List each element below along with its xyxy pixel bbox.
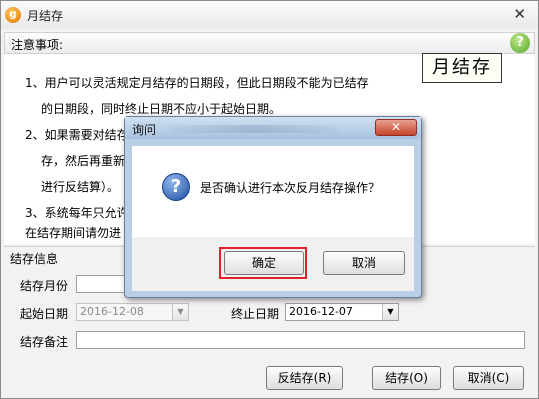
start-date-label: 起始日期 <box>20 307 69 321</box>
start-date-value: 2016-12-08 <box>80 305 144 318</box>
note-line: 1、用户可以灵活规定月结存的日期段，但此日期段不能为已结存 <box>25 76 369 90</box>
dialog-titlebar[interactable]: 询问 ✕ <box>125 117 421 139</box>
month-end-stamp-image: 月结存 <box>422 53 502 83</box>
end-date-value: 2016-12-07 <box>289 305 353 318</box>
notes-header-label: 注意事项: <box>11 38 64 52</box>
ok-button[interactable]: 确定 <box>224 251 304 275</box>
help-icon[interactable]: ? <box>510 33 530 53</box>
dialog-body: ? 是否确认进行本次反月结存操作？ <box>132 146 414 237</box>
note-line: 在结存期间请勿进 <box>25 226 122 240</box>
close-icon[interactable]: ✕ <box>375 119 417 136</box>
confirm-dialog: 询问 ✕ ? 是否确认进行本次反月结存操作？ 确定 取消 <box>124 116 422 298</box>
end-date-label: 终止日期 <box>231 307 280 321</box>
close-icon[interactable]: ✕ <box>513 5 526 23</box>
close-month-button[interactable]: 结存(O) <box>372 366 441 390</box>
note-line: 3、系统每年只允许 <box>25 206 129 220</box>
dialog-message: 是否确认进行本次反月结存操作？ <box>200 181 381 195</box>
section-title: 结存信息 <box>10 252 59 266</box>
note-line: 存，然后再重新 <box>41 154 126 168</box>
reverse-close-button[interactable]: 反结存(R) <box>266 366 343 390</box>
window-title: 月结存 <box>27 9 64 23</box>
note-line: 的日期段，同时终止日期不应小于起始日期。 <box>41 102 282 116</box>
note-line: 2、如果需要对结存 <box>25 128 129 142</box>
notes-header: 注意事项: ? <box>4 32 535 54</box>
end-date-picker[interactable]: 2016-12-07 ▼ <box>285 303 399 321</box>
start-date-picker[interactable]: 2016-12-08 ▼ <box>76 303 189 321</box>
remark-label: 结存备注 <box>20 335 69 349</box>
question-icon: ? <box>162 173 190 201</box>
app-logo-icon: g <box>5 7 21 23</box>
window-titlebar[interactable]: g 月结存 ✕ <box>1 1 538 29</box>
remark-field[interactable] <box>76 331 525 349</box>
dialog-title: 询问 <box>132 123 157 137</box>
cancel-button[interactable]: 取消(C) <box>453 366 524 390</box>
chevron-down-icon[interactable]: ▼ <box>382 304 398 320</box>
month-label: 结存月份 <box>20 279 69 293</box>
blurred-title-region <box>169 125 339 133</box>
chevron-down-icon[interactable]: ▼ <box>172 304 188 320</box>
dialog-cancel-button[interactable]: 取消 <box>323 251 405 275</box>
note-line: 进行反结算）。 <box>41 180 120 194</box>
